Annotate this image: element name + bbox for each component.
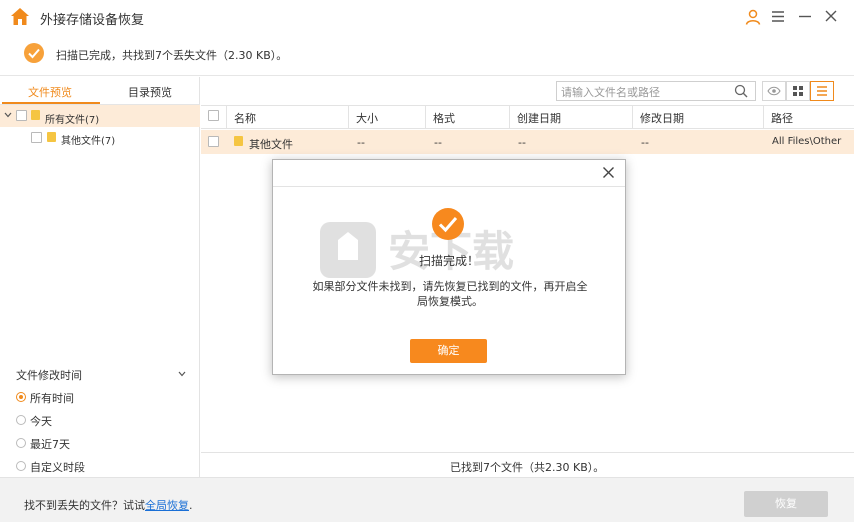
column-header-size[interactable]: 大小 xyxy=(356,110,378,126)
cell-modified: -- xyxy=(641,136,649,149)
bottom-prompt: 找不到丢失的文件？试试全局恢复. xyxy=(24,497,193,513)
dialog-header xyxy=(273,160,625,187)
radio-all-time[interactable] xyxy=(16,392,26,402)
folder-icon xyxy=(234,136,243,146)
user-icon[interactable] xyxy=(745,9,761,25)
radio-today[interactable] xyxy=(16,415,26,425)
dialog-check-icon xyxy=(432,208,464,240)
grid-icon xyxy=(793,86,803,96)
filter-title[interactable]: 文件修改时间 xyxy=(16,367,82,383)
minimize-icon[interactable] xyxy=(798,10,812,23)
radio-custom-period[interactable] xyxy=(16,461,26,471)
dialog-title: 扫描完成！ xyxy=(418,254,479,268)
column-separator xyxy=(425,106,426,128)
close-icon[interactable] xyxy=(824,9,838,23)
eye-icon xyxy=(767,86,781,96)
search-icon[interactable] xyxy=(734,84,748,98)
dialog-ok-button[interactable]: 确定 xyxy=(410,339,487,363)
tree-checkbox-other[interactable] xyxy=(31,132,42,143)
radio-label-all-time[interactable]: 所有时间 xyxy=(30,390,74,406)
watermark-logo: 安下载 xyxy=(320,222,514,278)
tree-item-other-files[interactable]: 其他文件(7) xyxy=(61,132,115,147)
column-header-path[interactable]: 路径 xyxy=(771,110,793,126)
cell-path: All Files\Other xyxy=(772,136,842,147)
home-icon[interactable] xyxy=(10,7,30,26)
radio-last-7-days[interactable] xyxy=(16,438,26,448)
dialog-close-icon[interactable] xyxy=(602,166,615,179)
dialog-message: 如果部分文件未找到，请先恢复已找到的文件，再开启全局恢复模式。 xyxy=(312,280,588,308)
table-row[interactable] xyxy=(201,130,854,154)
app-title: 外接存储设备恢复 xyxy=(40,13,145,28)
status-text: 扫描已完成，共找到7个丢失文件（2.30 KB）。 xyxy=(56,49,288,62)
tab-directory-preview[interactable]: 目录预览 xyxy=(100,84,200,104)
cell-format: -- xyxy=(434,136,442,149)
column-separator xyxy=(226,106,227,128)
list-icon xyxy=(817,86,827,96)
column-header-modified[interactable]: 修改日期 xyxy=(640,110,684,126)
column-header-name[interactable]: 名称 xyxy=(234,110,256,126)
column-header-format[interactable]: 格式 xyxy=(433,110,455,126)
chevron-down-icon[interactable] xyxy=(4,112,12,118)
chevron-down-icon[interactable] xyxy=(178,371,186,377)
select-all-checkbox[interactable] xyxy=(208,110,219,121)
row-checkbox[interactable] xyxy=(208,136,219,147)
radio-label-today[interactable]: 今天 xyxy=(30,413,52,429)
column-separator xyxy=(632,106,633,128)
found-summary-text: 已找到7个文件（共2.30 KB）。 xyxy=(450,461,605,474)
search-placeholder: 请输入文件名或路径 xyxy=(561,86,660,99)
column-header-created[interactable]: 创建日期 xyxy=(517,110,561,126)
tree-item-selected-bg[interactable] xyxy=(0,105,200,127)
menu-icon[interactable] xyxy=(771,10,785,23)
cell-created: -- xyxy=(518,136,526,149)
tree-item-all-files[interactable]: 所有文件(7) xyxy=(45,111,99,126)
radio-label-last-7-days[interactable]: 最近7天 xyxy=(30,436,70,452)
column-separator xyxy=(763,106,764,128)
column-separator xyxy=(348,106,349,128)
column-separator xyxy=(509,106,510,128)
global-recovery-link[interactable]: 全局恢复 xyxy=(145,499,189,512)
folder-icon xyxy=(47,132,56,142)
cell-size: -- xyxy=(357,136,365,149)
bottom-prompt-text: 找不到丢失的文件？试试 xyxy=(24,499,145,512)
recover-button[interactable]: 恢复 xyxy=(744,491,828,517)
tree-checkbox-all[interactable] xyxy=(16,110,27,121)
bottom-prompt-suffix: . xyxy=(189,499,193,512)
cell-name: 其他文件 xyxy=(249,138,293,151)
tab-file-preview[interactable]: 文件预览 xyxy=(0,84,100,104)
folder-icon xyxy=(31,110,40,120)
check-circle-icon xyxy=(24,43,44,63)
radio-label-custom-period[interactable]: 自定义时段 xyxy=(30,459,85,475)
